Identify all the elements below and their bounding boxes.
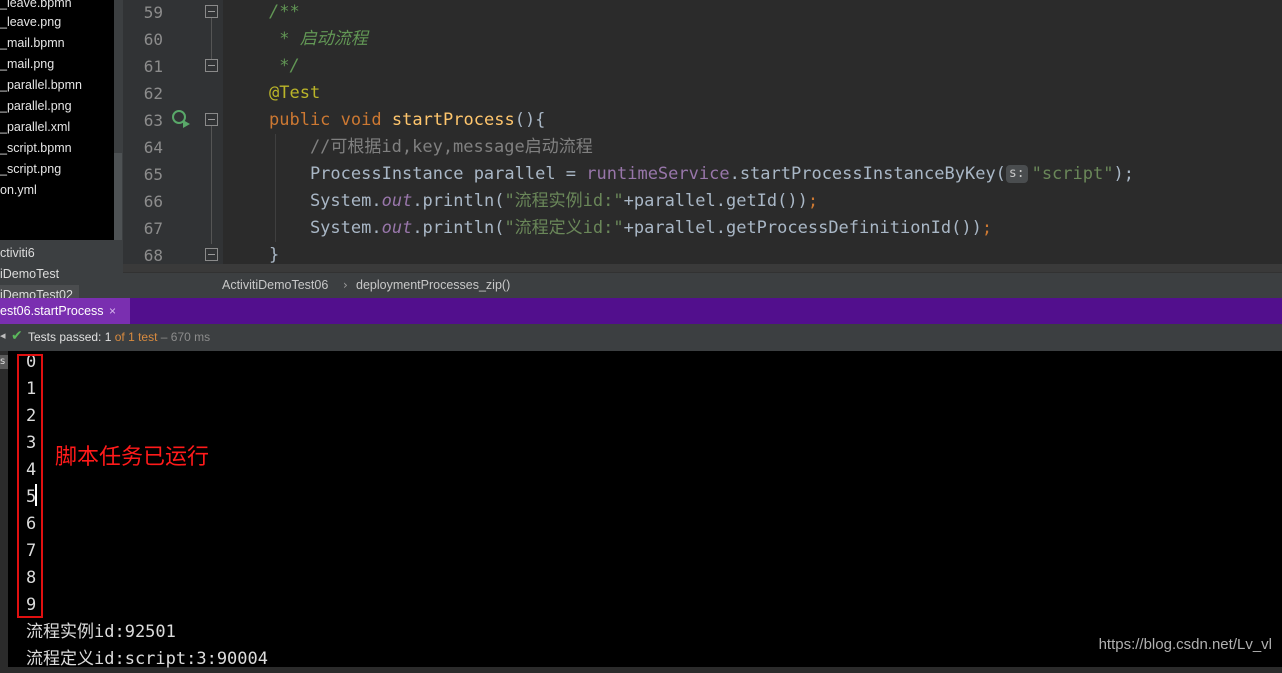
line-number: 62	[143, 84, 163, 103]
file-item[interactable]: _script.bpmn	[0, 138, 72, 159]
code-line[interactable]: @Test	[269, 80, 320, 107]
code-line[interactable]: System.out.println("流程定义id:"+parallel.ge…	[269, 215, 992, 242]
code-line[interactable]: public void startProcess(){	[269, 107, 545, 134]
code-token: +parallel.getId())	[623, 191, 808, 211]
file-item[interactable]: _parallel.png	[0, 96, 72, 117]
status-duration: – 670 ms	[157, 330, 211, 344]
close-icon[interactable]: ×	[109, 298, 116, 324]
fold-icon[interactable]	[205, 113, 218, 126]
editor-horizontal-scrollbar[interactable]	[123, 264, 1282, 272]
run-tab[interactable]: est06.startProcess ×	[0, 298, 130, 324]
punct-token: (){	[514, 110, 546, 130]
line-number: 61	[143, 57, 163, 76]
file-item[interactable]: _parallel.xml	[0, 117, 70, 138]
tab-bar-fill	[130, 298, 1282, 324]
string-token: "script"	[1031, 164, 1114, 184]
line-number: 64	[143, 138, 163, 157]
run-tab-bar: est06.startProcess ×	[0, 298, 1282, 324]
test-result-text: Tests passed: 1 of 1 test – 670 ms	[28, 324, 210, 350]
breadcrumb: ActivitiDemoTest06 › deploymentProcesses…	[123, 272, 1282, 298]
static-field-token: out	[381, 218, 413, 238]
fold-icon[interactable]	[205, 248, 218, 261]
line-number: 63	[143, 111, 163, 130]
annotation-label: 脚本任务已运行	[55, 445, 210, 470]
code-line[interactable]: ProcessInstance parallel = runtimeServic…	[269, 161, 1134, 188]
static-field-token: out	[381, 191, 413, 211]
method-name-token: startProcess	[391, 110, 515, 130]
keyword-token: void	[340, 110, 382, 130]
line-number: 60	[143, 30, 163, 49]
file-list: _leave.bpmn _leave.png _mail.bpmn _mail.…	[0, 0, 114, 240]
field-token: runtimeService	[586, 164, 730, 184]
tree-node[interactable]: iDemoTest	[0, 264, 59, 285]
status-total: 1 test	[128, 330, 158, 344]
code-token: System.	[269, 191, 382, 211]
expand-arrow-icon[interactable]: ◂	[0, 329, 6, 342]
param-hint: s:	[1005, 165, 1028, 183]
keyword-token: public	[269, 110, 331, 130]
console-output[interactable]: s 0 1 2 3 4 5 6 7 8 9 流程实例id:92501 流程定义i…	[0, 351, 1282, 669]
code-token: );	[1113, 164, 1134, 184]
tree-scrollbar[interactable]	[114, 153, 122, 240]
line-number: 67	[143, 219, 163, 238]
code-line[interactable]: * 启动流程	[269, 26, 368, 53]
brace-token: }	[269, 245, 280, 265]
doc-comment: /**	[269, 2, 300, 22]
string-token: "流程定义id:"	[504, 218, 624, 238]
file-item[interactable]: _mail.bpmn	[0, 33, 65, 54]
breadcrumb-method[interactable]: deploymentProcesses_zip()	[356, 273, 510, 298]
line-number: 59	[143, 3, 163, 22]
text-cursor	[35, 484, 37, 506]
breadcrumb-separator: ›	[343, 278, 348, 292]
code-line[interactable]: /**	[269, 0, 300, 26]
run-tab-label: est06.startProcess	[0, 304, 104, 318]
watermark: https://blog.csdn.net/Lv_vl	[1098, 636, 1272, 653]
line-comment: //可根据id,key,message启动流程	[269, 137, 593, 157]
code-token: ProcessInstance parallel =	[269, 164, 587, 184]
string-token: "流程实例id:"	[504, 191, 624, 211]
code-line[interactable]: */	[269, 53, 300, 80]
file-item[interactable]: _script.png	[0, 159, 61, 180]
project-tree: _leave.bpmn _leave.png _mail.bpmn _mail.…	[0, 0, 123, 298]
file-item[interactable]: _leave.png	[0, 12, 61, 33]
code-line[interactable]: System.out.println("流程实例id:"+parallel.ge…	[269, 188, 818, 215]
status-of: of	[111, 330, 129, 344]
test-status-bar: ◂ ✔ Tests passed: 1 of 1 test – 670 ms	[0, 324, 1282, 352]
code-token: .println(	[412, 218, 505, 238]
line-number: 66	[143, 192, 163, 211]
check-icon: ✔	[11, 328, 23, 344]
run-test-icon[interactable]	[171, 109, 191, 129]
code-token: .println(	[412, 191, 505, 211]
editor-gutter: 59 60 61 62 63 64 65 66 67 68	[123, 0, 223, 272]
code-token: +parallel.getProcessDefinitionId())	[623, 218, 982, 238]
code-line[interactable]: //可根据id,key,message启动流程	[269, 134, 593, 161]
fold-icon[interactable]	[205, 59, 218, 72]
fold-guide	[211, 18, 212, 62]
console-toolbar: s	[0, 351, 8, 667]
code-token: .startProcessInstanceByKey(	[729, 164, 1006, 184]
line-number: 65	[143, 165, 163, 184]
semicolon-token: ;	[807, 191, 819, 211]
console-line: 流程定义id:script:3:90004	[26, 649, 268, 669]
breadcrumb-class[interactable]: ActivitiDemoTest06	[222, 273, 328, 298]
status-prefix: Tests passed:	[28, 330, 105, 344]
tree-node[interactable]: ctiviti6	[0, 243, 35, 264]
console-line: 流程实例id:92501	[26, 622, 176, 642]
fold-guide	[211, 126, 212, 244]
console-tool-button[interactable]: s	[0, 355, 8, 369]
highlight-box	[17, 354, 43, 618]
file-item[interactable]: _mail.png	[0, 54, 54, 75]
annotation-token: @Test	[269, 83, 321, 103]
file-item[interactable]: on.yml	[0, 180, 37, 201]
file-item[interactable]: _parallel.bpmn	[0, 75, 82, 96]
tree-node-selected[interactable]: iDemoTest02	[0, 285, 79, 298]
code-editor[interactable]: 59 60 61 62 63 64 65 66 67 68 /** * 启动流程…	[123, 0, 1282, 272]
semicolon-token: ;	[981, 218, 993, 238]
fold-icon[interactable]	[205, 5, 218, 18]
doc-comment: */	[269, 56, 300, 76]
doc-comment: * 启动流程	[269, 29, 368, 49]
code-token: System.	[269, 218, 382, 238]
